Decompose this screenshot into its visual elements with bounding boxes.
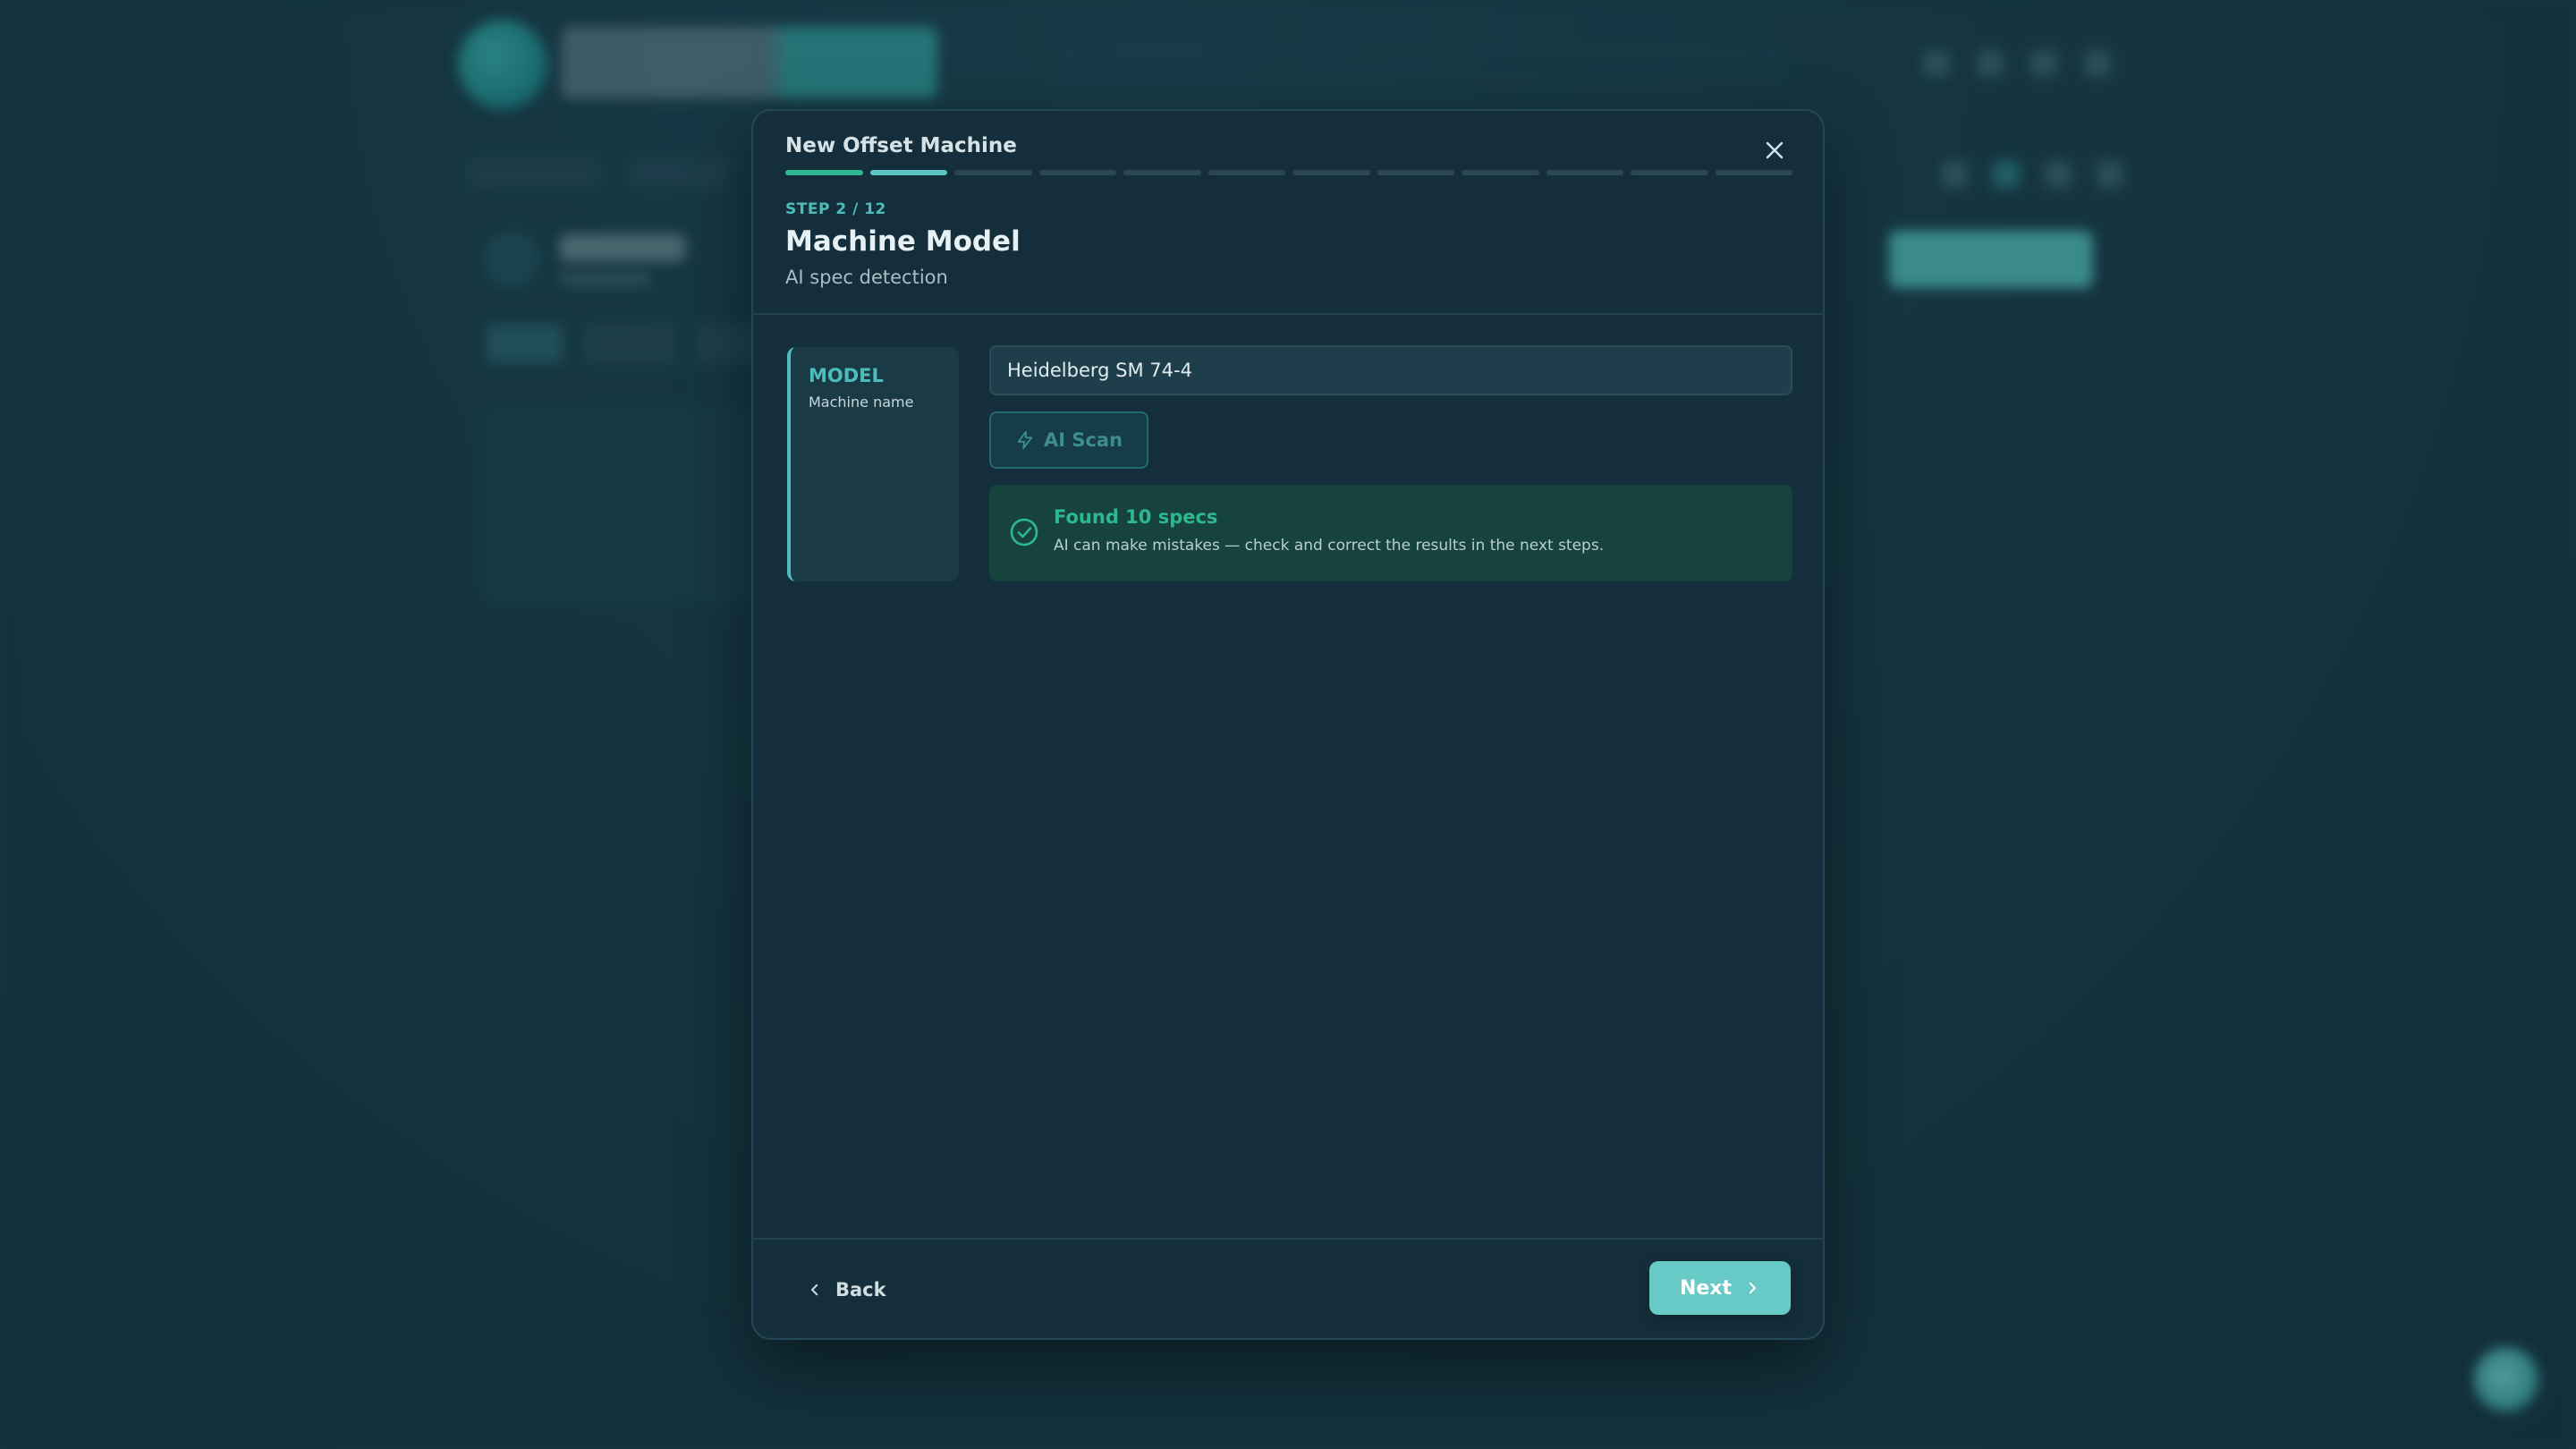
progress-segment [1631, 170, 1708, 175]
new-machine-modal: New Offset Machine STEP 2 / 12 Machine M… [751, 109, 1825, 1340]
close-button[interactable] [1757, 132, 1792, 168]
next-label: Next [1679, 1276, 1733, 1300]
scan-result-title: Found 10 specs [1054, 506, 1218, 528]
machine-model-input[interactable] [989, 345, 1792, 395]
field-summary-card: MODEL Machine name [787, 347, 959, 581]
progress-segment [1715, 170, 1792, 175]
step-subtitle: AI spec detection [785, 267, 948, 288]
progress-segment [1208, 170, 1285, 175]
progress-segment [1377, 170, 1454, 175]
lightning-icon [1017, 430, 1033, 450]
progress-segment [1462, 170, 1539, 175]
chevron-right-icon [1749, 1282, 1756, 1294]
progress-segment [1038, 170, 1116, 175]
chevron-left-icon [811, 1284, 818, 1296]
modal-footer: Back Next [753, 1238, 1823, 1338]
ai-scan-label: AI Scan [1043, 429, 1123, 451]
scan-result-description: AI can make mistakes — check and correct… [1054, 537, 1605, 555]
field-value: Machine name [809, 394, 914, 411]
progress-segment [785, 170, 863, 175]
progress-segment [1546, 170, 1623, 175]
close-icon [1766, 141, 1784, 159]
ai-scan-button[interactable]: AI Scan [989, 411, 1148, 469]
step-progress [785, 170, 1792, 175]
back-button[interactable]: Back [807, 1272, 886, 1308]
check-circle-icon [1010, 518, 1038, 547]
progress-segment [869, 170, 947, 175]
modal-title: New Offset Machine [785, 134, 1017, 157]
next-button[interactable]: Next [1649, 1261, 1791, 1315]
step-counter: STEP 2 / 12 [785, 200, 886, 218]
field-key: MODEL [809, 365, 884, 386]
progress-segment [1123, 170, 1201, 175]
back-label: Back [835, 1279, 886, 1301]
progress-segment [954, 170, 1032, 175]
progress-segment [1292, 170, 1370, 175]
step-title: Machine Model [785, 225, 1021, 258]
modal-header: New Offset Machine STEP 2 / 12 Machine M… [753, 111, 1823, 315]
scan-result-banner: Found 10 specs AI can make mistakes — ch… [989, 485, 1792, 581]
